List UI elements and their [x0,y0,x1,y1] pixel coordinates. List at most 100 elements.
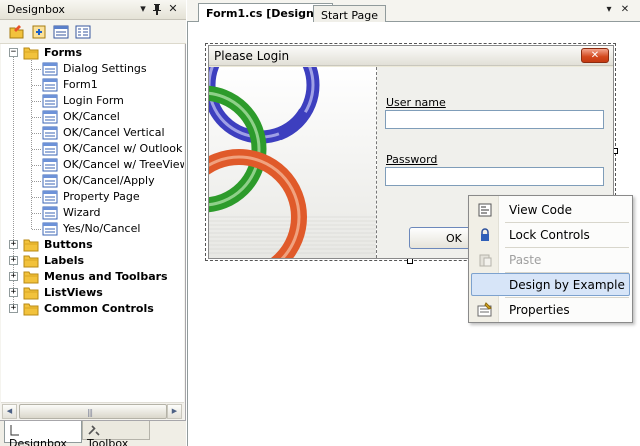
tree-item[interactable]: OK/Cancel w/ TreeView [1,157,184,173]
folder-icon [23,254,39,268]
lock-icon [477,227,493,243]
tree-folder-menus-and-toolbars[interactable]: + Menus and Toolbars [1,269,184,285]
tree-item[interactable]: OK/Cancel w/ Outlook Ba [1,141,184,157]
scroll-grip: ||| [87,408,93,417]
tree-item[interactable]: Yes/No/Cancel [1,221,184,237]
tree-item[interactable]: Property Page [1,189,184,205]
context-menu: View Code Lock Controls Paste Design by … [468,195,633,323]
tree-item[interactable]: OK/Cancel [1,109,184,125]
expand-icon[interactable]: + [9,288,18,297]
form-template-icon [42,110,58,124]
form-title-bar: Please Login ✕ [209,46,613,66]
username-input[interactable] [385,110,604,129]
tree-folder-label: ListViews [44,286,103,299]
tree-folder-labels[interactable]: + Labels [1,253,184,269]
tree-item-label: Login Form [63,94,124,107]
designbox-caption: Designbox ▾ ✕ [0,0,186,20]
new-folder-icon[interactable] [8,23,26,41]
tree-item-label: OK/Cancel w/ Outlook Ba [63,142,184,155]
folder-icon [23,238,39,252]
designbox-panel: Designbox ▾ ✕ − Forms Dialog Settings Fo… [0,0,186,446]
tree-item[interactable]: OK/Cancel/Apply [1,173,184,189]
form-title: Please Login [214,49,290,63]
tree-item-label: OK/Cancel/Apply [63,174,155,187]
menu-item-properties[interactable]: Properties [471,298,630,321]
window-menu-icon[interactable]: ▾ [136,2,150,16]
expand-icon[interactable]: + [9,304,18,313]
menu-item-design-by-example[interactable]: Design by Example [471,273,630,296]
tree-item-label: Yes/No/Cancel [63,222,141,235]
template-tree[interactable]: − Forms Dialog Settings Form1 Login Form… [1,44,184,402]
tree-item-label: Property Page [63,190,140,203]
paste-icon [477,252,493,268]
form-template-icon [42,190,58,204]
menu-item-view-code[interactable]: View Code [471,198,630,221]
password-label: Password [386,153,438,166]
expand-icon[interactable]: + [9,240,18,249]
tree-item[interactable]: Wizard [1,205,184,221]
expand-icon[interactable]: + [9,272,18,281]
password-input[interactable] [385,167,604,186]
login-graphic [209,67,377,258]
designbox-toolbar [0,20,186,44]
tab-label: Designbox [9,437,67,446]
close-icon[interactable]: ✕ [166,2,180,16]
tree-folder-buttons[interactable]: + Buttons [1,237,184,253]
tree-folder-label: Menus and Toolbars [44,270,168,283]
form-template-icon [42,126,58,140]
properties-icon [477,302,493,318]
document-menu-icon[interactable]: ▾ [603,4,615,16]
folder-icon [23,302,39,316]
tree-folder-label: Labels [44,254,85,267]
tab-start-page[interactable]: Start Page [313,5,386,23]
form-template-icon [42,158,58,172]
form-template-icon [42,222,58,236]
menu-item-lock-controls[interactable]: Lock Controls [471,223,630,246]
form-template-icon [42,142,58,156]
tree-item[interactable]: Dialog Settings [1,61,184,77]
menu-item-paste[interactable]: Paste [471,248,630,271]
scroll-left-icon[interactable]: ◀ [2,404,17,419]
tree-folder-label: Common Controls [44,302,154,315]
menu-item-label: Paste [509,253,542,267]
tree-folder-forms[interactable]: − Forms [1,45,184,61]
document-tab-strip: Form1.cs [Design]* Start Page ▾ ✕ [187,0,640,23]
tree-item-label: Form1 [63,78,98,91]
toolbox-icon [87,424,101,436]
menu-item-label: View Code [509,203,573,217]
list-view-icon[interactable] [52,23,70,41]
pin-icon[interactable] [150,2,164,16]
tab-designbox[interactable]: Designbox [4,421,82,446]
tree-item[interactable]: Form1 [1,77,184,93]
tree-horizontal-scrollbar[interactable]: ◀ ||| ▶ [1,402,184,419]
scroll-right-icon[interactable]: ▶ [167,404,182,419]
designbox-title: Designbox [7,3,65,16]
collapse-icon[interactable]: − [9,48,18,57]
folder-icon [23,270,39,284]
tree-item-label: OK/Cancel [63,110,120,123]
tree-item-label: OK/Cancel w/ TreeView [63,158,184,171]
form-template-icon [42,78,58,92]
menu-item-label: Design by Example [509,278,625,292]
folder-open-icon [23,46,39,60]
menu-item-label: Properties [509,303,570,317]
tree-folder-common-controls[interactable]: + Common Controls [1,301,184,317]
form-close-button[interactable]: ✕ [581,48,609,63]
username-label: User name [386,96,446,109]
tree-item[interactable]: Login Form [1,93,184,109]
tab-label: Toolbox [87,437,129,446]
tree-folder-label: Buttons [44,238,93,251]
tree-item-label: OK/Cancel Vertical [63,126,165,139]
properties-icon[interactable] [74,23,92,41]
expand-icon[interactable]: + [9,256,18,265]
panel-tab-strip: Designbox Toolbox [0,420,186,446]
tree-folder-listviews[interactable]: + ListViews [1,285,184,301]
form-template-icon [42,206,58,220]
tree-item-label: Wizard [63,206,101,219]
close-document-icon[interactable]: ✕ [619,4,631,16]
tab-toolbox[interactable]: Toolbox [82,421,150,446]
tree-folder-label: Forms [44,46,83,59]
import-icon[interactable] [30,23,48,41]
scrollbar-thumb[interactable]: ||| [19,404,167,419]
tree-item[interactable]: OK/Cancel Vertical [1,125,184,141]
